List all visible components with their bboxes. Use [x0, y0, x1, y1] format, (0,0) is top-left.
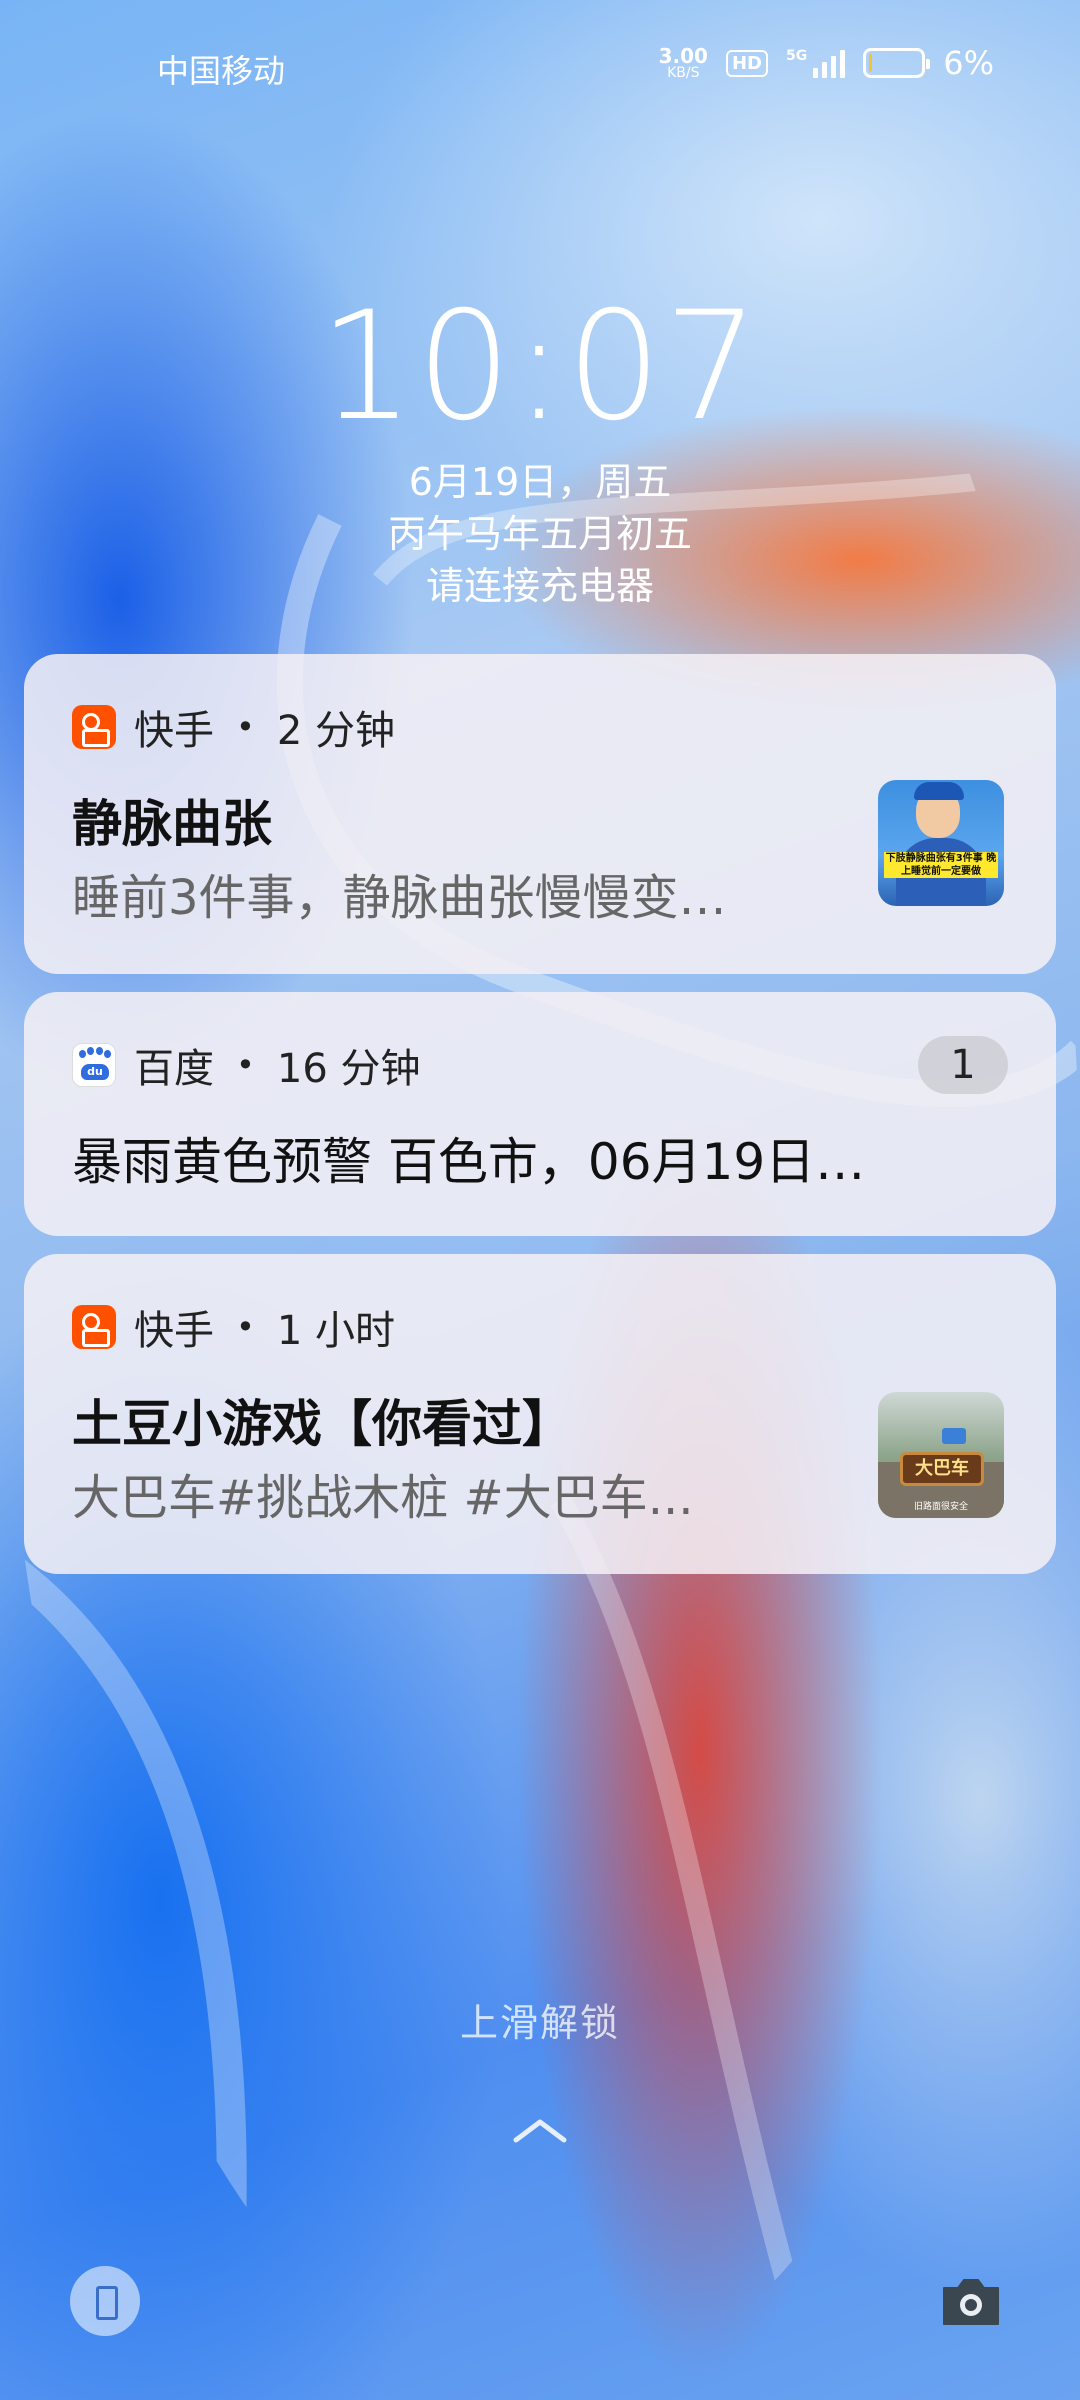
date-text: 6月19日，周五 [408, 460, 672, 504]
baidu-icon: du [72, 1043, 116, 1087]
notification-body: 大巴车#挑战木桩 #大巴车... [72, 1470, 694, 1526]
swipe-unlock-hint: 上滑解锁 [459, 2001, 620, 2045]
notification-title: 静脉曲张 [72, 795, 272, 853]
notification-body: 睡前3件事，静脉曲张慢慢变… [72, 870, 727, 926]
date-block: 6月19日，周五 丙午马年五月初五 请连接充电器 [0, 456, 1080, 612]
thumbnail-caption: 大巴车 [900, 1452, 984, 1486]
hd-voice-icon: HD [725, 49, 768, 77]
notification-time: 16 分钟 [276, 1046, 421, 1092]
notification-card[interactable]: 快手 • 1 小时 土豆小游戏【你看过】 大巴车#挑战木桩 #大巴车... 大巴… [24, 1254, 1056, 1574]
separator-dot: • [236, 1308, 255, 1346]
notification-header: 快手 • 1 小时 [72, 1298, 395, 1356]
separator-dot: • [236, 708, 255, 746]
network-speed-unit: KB/S [667, 65, 700, 81]
notification-card[interactable]: du 百度 • 16 分钟 1 暴雨黄色预警 百色市，06月19日… [24, 992, 1056, 1236]
notification-header: 快手 • 2 分钟 [72, 698, 395, 756]
battery-icon [863, 48, 931, 78]
charge-hint: 请连接充电器 [425, 564, 654, 608]
notification-header: du 百度 • 16 分钟 [72, 1036, 421, 1094]
camera-icon[interactable] [938, 2268, 1004, 2334]
notification-app-name: 百度 [134, 1046, 214, 1092]
carrier-name: 中国移动 [157, 52, 286, 90]
notification-app-name: 快手 [134, 1308, 214, 1354]
battery-level [869, 54, 873, 72]
notification-time: 1 小时 [276, 1308, 396, 1354]
network-speed-value: 3.00 [658, 44, 708, 68]
notification-thumbnail: 下肢静脉曲张有3件事 晚上睡觉前一定要做 [878, 780, 1004, 906]
network-speed: 3.00 KB/S [659, 46, 708, 80]
notification-title: 土豆小游戏【你看过】 [72, 1395, 572, 1453]
notification-time: 2 分钟 [276, 708, 396, 754]
status-icons: 3.00 KB/S HD 5G 6% [659, 44, 994, 82]
thumbnail-subcaption: 旧路面很安全 [913, 1502, 968, 1512]
status-bar: 中国移动 3.00 KB/S HD 5G 6% [0, 40, 1080, 96]
signal-strength-icon: 5G [786, 48, 846, 78]
separator-dot: • [236, 1046, 255, 1084]
notification-text: 暴雨黄色预警 百色市，06月19日… [72, 1133, 866, 1191]
thumbnail-caption: 下肢静脉曲张有3件事 晚上睡觉前一定要做 [884, 852, 998, 878]
notification-count-badge: 1 [918, 1036, 1008, 1094]
chevron-up-icon [513, 2119, 567, 2143]
notification-thumbnail: 大巴车 旧路面很安全 [878, 1392, 1004, 1518]
kuaishou-icon [72, 705, 116, 749]
lunar-date-text: 丙午马年五月初五 [387, 512, 692, 556]
notification-app-name: 快手 [134, 708, 214, 754]
battery-percent: 6% [943, 44, 994, 82]
notification-card[interactable]: 快手 • 2 分钟 静脉曲张 睡前3件事，静脉曲张慢慢变… 下肢静脉曲张有3件事… [24, 654, 1056, 974]
lockscreen-clock: 10:07 [318, 280, 762, 454]
network-type-label: 5G [786, 48, 808, 64]
wallet-shortcut-button[interactable] [70, 2266, 140, 2336]
kuaishou-icon [72, 1305, 116, 1349]
